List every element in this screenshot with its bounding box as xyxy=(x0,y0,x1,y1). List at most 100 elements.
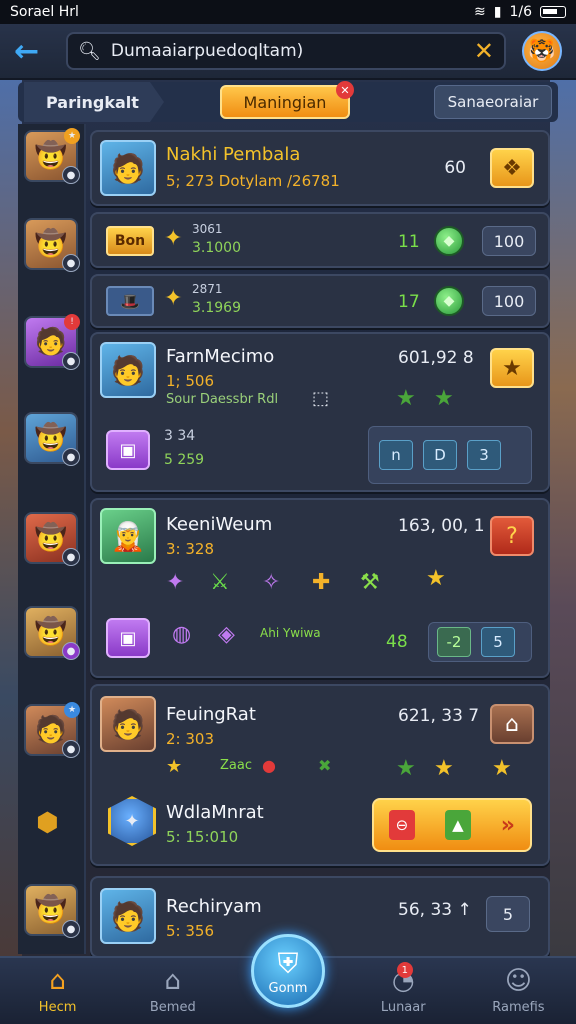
back-arrow-icon[interactable]: ← xyxy=(14,34,50,69)
level-icon: ● xyxy=(62,548,80,566)
thumbs-up-icon[interactable]: ▲ xyxy=(444,810,471,840)
player-score: 163, 00, 1 xyxy=(398,516,485,536)
center-action-button[interactable]: ⛨ Gonm xyxy=(251,934,325,1008)
help-button[interactable]: ? xyxy=(490,516,534,556)
player-sub: 5; 273 Dotylam /26781 xyxy=(166,172,340,190)
item-icon: ✚ xyxy=(312,570,331,595)
tab-sanaeoraiar[interactable]: Sanaeoraiar xyxy=(434,85,552,119)
star-icon: ★ xyxy=(434,386,454,411)
item-icon: ✦ xyxy=(166,570,185,595)
player-sub: 5: 15:010 xyxy=(166,828,239,846)
player-name: FarnMecimo xyxy=(166,346,275,367)
player-sub: 1; 506 xyxy=(166,372,214,390)
hat-icon: 🎩 xyxy=(106,286,154,316)
top-bar: ← 🔍︎ Dumaaiarpuedoqltam) ✕ 🐯 xyxy=(0,24,576,80)
slot[interactable]: 5 xyxy=(481,627,515,657)
gem-icon: ◆ xyxy=(434,286,464,316)
item-count: 48 xyxy=(386,632,408,652)
list-item[interactable]: Bon ✦ 3061 3.1000 11 ◆ 100 xyxy=(90,212,550,268)
star-icon: ★ xyxy=(434,756,454,781)
tab-maningian-label: Maningian xyxy=(243,92,327,112)
list-item[interactable]: 🎩 ✦ 2871 3.1969 17 ◆ 100 xyxy=(90,274,550,328)
item-icon: ⚒ xyxy=(360,570,380,595)
player-portrait: 🧑 xyxy=(100,140,156,196)
side-avatar[interactable]: 🤠 ● xyxy=(24,512,80,566)
status-bar: Sorael Hrl ≋ ▮ 1/6 xyxy=(0,0,576,24)
slot[interactable]: 3 xyxy=(467,440,501,470)
side-avatar[interactable]: 🤠 ● xyxy=(24,884,80,938)
list-item[interactable]: 🧑 Nakhi Pembala 5; 273 Dotylam /26781 60… xyxy=(90,130,550,206)
level-icon: ● xyxy=(62,920,80,938)
list-item[interactable]: 🧑 Rechiryam 5: 356 56, 33 ↑ 5 xyxy=(90,876,550,958)
nav-ramefis[interactable]: ☺ Ramefis xyxy=(461,956,576,1024)
shield-icon: ⛨ xyxy=(277,946,299,980)
gem-count: 17 xyxy=(398,292,420,312)
red-tag-icon[interactable]: ⊖ xyxy=(388,810,415,840)
slot[interactable]: D xyxy=(423,440,457,470)
bonus-tag: Bon xyxy=(106,226,154,256)
star-button[interactable]: ★ xyxy=(490,348,534,388)
fast-forward-icon[interactable]: » xyxy=(501,813,515,838)
side-avatar[interactable]: 🤠 ● xyxy=(24,218,80,272)
gem-count: 11 xyxy=(398,232,420,252)
cube-icon: ⬚ xyxy=(312,388,330,409)
level-icon: ● xyxy=(62,352,80,370)
side-avatar[interactable]: 🧑 ★ ● xyxy=(24,702,80,758)
amount-pill[interactable]: 100 xyxy=(482,286,536,316)
gem-icon: ◆ xyxy=(434,226,464,256)
side-avatar[interactable]: 🧑! ● xyxy=(24,314,80,370)
profile-icon: ☺ xyxy=(504,965,532,996)
side-avatar[interactable]: 🤠 ● xyxy=(24,412,80,466)
slot[interactable]: n xyxy=(379,440,413,470)
level-icon: ● xyxy=(62,166,80,184)
search-input[interactable]: Dumaaiarpuedoqltam) xyxy=(111,41,303,61)
claim-button[interactable]: ❖ xyxy=(490,148,534,188)
side-avatar[interactable]: 🤠 ★ ● xyxy=(24,128,80,184)
row-line-1: 2871 xyxy=(192,282,223,296)
star-icon: ★ xyxy=(426,566,446,591)
town-background-right xyxy=(550,80,576,960)
side-avatar[interactable]: 🤠 ● xyxy=(24,606,80,660)
list-item[interactable]: 🧝 KeeniWeum 3: 328 163, 00, 1 ? ✦ ⚔ ✧ ✚ … xyxy=(90,498,550,678)
player-portrait: 🧑 xyxy=(100,342,156,398)
clear-icon[interactable]: ✕ xyxy=(474,37,494,65)
list-item[interactable]: 🧑 FeuingRat 2: 303 621, 33 7 ⌂ ★ Zaac ● … xyxy=(90,684,550,866)
player-sub: 3: 328 xyxy=(166,540,214,558)
chest-icon[interactable]: ▣ xyxy=(106,430,150,470)
house-button[interactable]: ⌂ xyxy=(490,704,534,744)
reward-line-1: 3 34 xyxy=(164,428,196,444)
carrier-label: Sorael Hrl xyxy=(10,4,79,20)
player-name: Nakhi Pembala xyxy=(166,144,301,165)
nav-gonm[interactable]: ⛨ Gonm xyxy=(230,934,345,1024)
list-item[interactable]: 🧑 FarnMecimo 1; 506 Sour Daessbr Rdl ⬚ 6… xyxy=(90,332,550,492)
mascot-avatar-icon[interactable]: 🐯 xyxy=(522,31,562,71)
home-icon: ⌂ xyxy=(49,965,66,996)
player-name: FeuingRat xyxy=(166,704,256,725)
slot-group: -2 5 xyxy=(428,622,532,662)
level-icon: ● xyxy=(62,448,80,466)
player-score: 56, 33 ↑ xyxy=(398,900,472,920)
signal-icon: ▮ xyxy=(493,4,502,20)
tab-maningian[interactable]: Maningian ✕ xyxy=(220,81,354,119)
search-field[interactable]: 🔍︎ Dumaaiarpuedoqltam) ✕ xyxy=(66,32,506,70)
item-icon: ⚔ xyxy=(210,570,230,595)
nav-bemed[interactable]: ⌂ Bemed xyxy=(115,956,230,1024)
chest-icon[interactable]: ▣ xyxy=(106,618,150,658)
amount-pill[interactable]: 5 xyxy=(486,896,530,932)
nav-home[interactable]: ⌂ Hecm xyxy=(0,956,115,1024)
coin-icon: ✦ xyxy=(164,226,183,251)
slot[interactable]: -2 xyxy=(437,627,471,657)
search-icon: 🔍︎ xyxy=(78,40,101,62)
level-icon: ● xyxy=(62,642,80,660)
star-icon: ★ xyxy=(396,386,416,411)
mini-label: Zaac xyxy=(220,758,252,773)
item-icon: ◍ xyxy=(172,622,192,647)
tab-paringkalt[interactable]: Paringkalt xyxy=(24,82,164,122)
slot-group: n D 3 xyxy=(368,426,532,484)
player-sub: 2: 303 xyxy=(166,730,214,748)
nav-label: Ramefis xyxy=(492,999,545,1015)
amount-pill[interactable]: 100 xyxy=(482,226,536,256)
nav-lunaar[interactable]: ◔ 1 Lunaar xyxy=(346,956,461,1024)
player-desc: Sour Daessbr Rdl xyxy=(166,392,279,407)
star-icon: ★ xyxy=(166,756,183,777)
